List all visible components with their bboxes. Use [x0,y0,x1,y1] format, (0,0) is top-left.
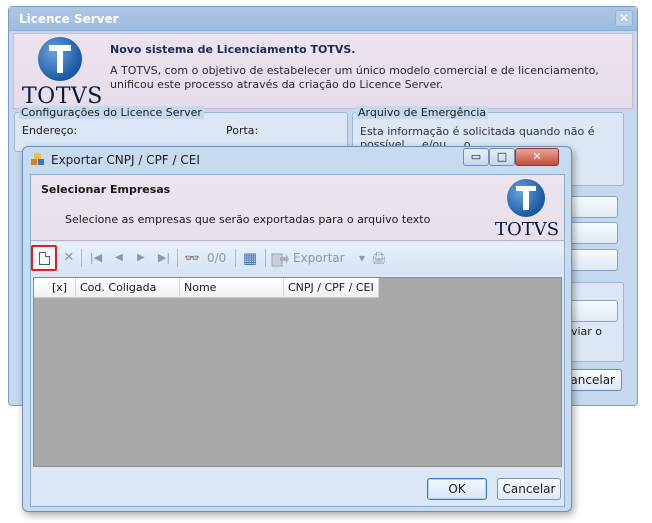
delete-icon[interactable]: ✕ [59,248,79,268]
previous-record-icon[interactable]: ◀ [109,248,129,268]
licence-server-title: Licence Server [19,12,119,26]
column-header-cod-coligada[interactable]: Cod. Coligada [76,278,180,298]
header-title: Novo sistema de Licenciamento TOTVS. [110,43,356,56]
export-dialog: Exportar CNPJ / CPF / CEI ▭ □ ✕ Selecion… [22,146,572,512]
totvs-logo-text: TOTVS [495,219,560,240]
licence-server-header: TOTVS Novo sistema de Licenciamento TOTV… [13,33,633,109]
totvs-logo-icon [507,179,545,217]
grid-header: [x] Cod. Coligada Nome CNPJ / CPF / CEI [34,278,379,298]
export-dropdown-icon[interactable]: ▾ [355,248,369,268]
last-record-icon[interactable]: ▶| [153,248,175,268]
next-record-icon[interactable]: ▶ [131,248,151,268]
app-icon [31,153,44,165]
toolbar-separator [177,249,178,267]
dialog-client-area: Selecionar Empresas Selecione as empresa… [30,174,565,507]
dialog-header: Selecionar Empresas Selecione as empresa… [31,175,564,241]
header-description: A TOTVS, com o objetivo de estabelecer u… [110,64,599,91]
print-icon[interactable]: 🖨 [369,248,389,268]
export-button[interactable]: Exportar [293,248,345,268]
dialog-toolbar: ✕ |◀ ◀ ▶ ▶| 👓 0/0 ▦ Exportar ▾ 🖨 [31,242,564,274]
licence-server-titlebar: Licence Server ✕ [9,7,637,31]
endereco-label: Endereço: [22,124,78,137]
config-group-label: Configurações do Licence Server [19,106,204,119]
first-record-icon[interactable]: |◀ [85,248,107,268]
toolbar-separator [81,249,82,267]
column-header-select[interactable]: [x] [34,278,76,298]
cancel-button[interactable]: Cancelar [497,478,561,500]
minimize-icon[interactable]: ▭ [463,148,489,166]
column-header-cnpj[interactable]: CNPJ / CPF / CEI [284,278,379,298]
maximize-icon[interactable]: □ [489,148,515,166]
grid-view-icon[interactable]: ▦ [239,248,261,268]
new-document-icon [39,252,50,265]
column-header-nome[interactable]: Nome [180,278,284,298]
toolbar-separator [265,249,266,267]
emergencia-group-label: Arquivo de Emergência [356,106,489,119]
close-icon[interactable]: ✕ [615,10,633,27]
totvs-logo-icon [38,37,82,81]
export-icon [271,253,289,267]
porta-label: Porta: [226,124,259,137]
dialog-header-description: Selecione as empresas que serão exportad… [65,213,431,226]
find-binoculars-icon[interactable]: 👓 [181,248,203,268]
companies-grid[interactable]: [x] Cod. Coligada Nome CNPJ / CPF / CEI [33,277,562,467]
toolbar-separator [235,249,236,267]
ok-button[interactable]: OK [427,478,487,500]
new-record-button[interactable] [31,245,57,271]
record-count: 0/0 [207,251,227,265]
dialog-titlebar: Exportar CNPJ / CPF / CEI ▭ □ ✕ [23,147,571,173]
dialog-header-title: Selecionar Empresas [41,183,171,196]
close-icon[interactable]: ✕ [515,148,559,166]
dialog-title: Exportar CNPJ / CPF / CEI [51,153,200,167]
enviar-text: nviar o [564,325,603,338]
